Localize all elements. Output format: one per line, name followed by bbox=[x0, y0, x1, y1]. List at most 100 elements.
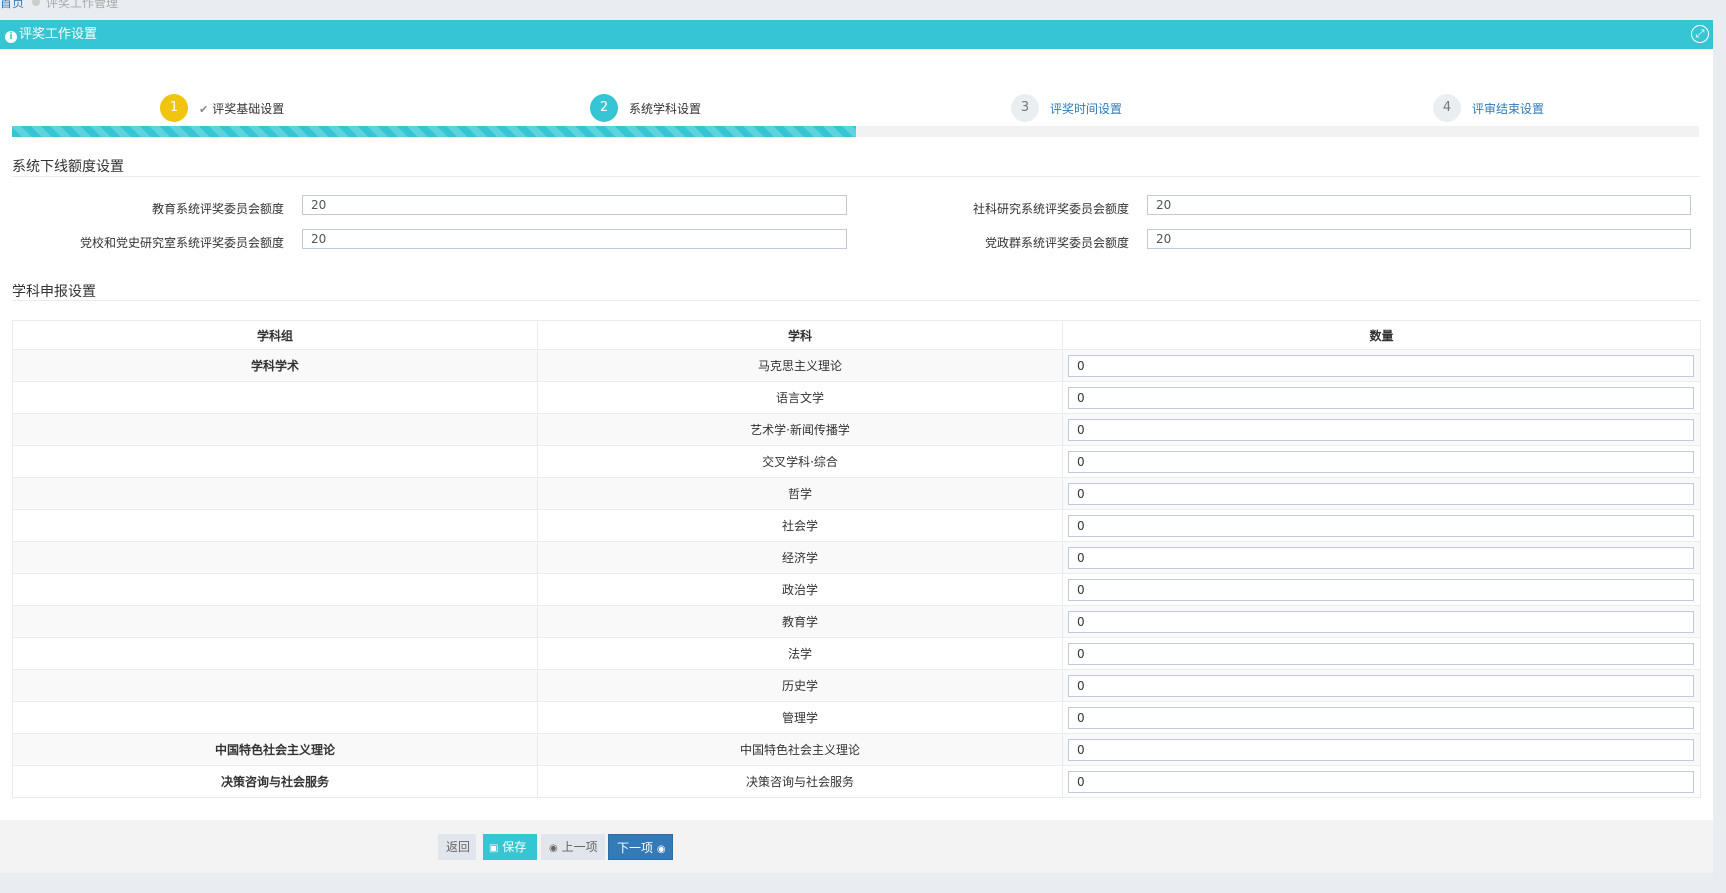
next-button[interactable]: 下一项 ◉ bbox=[608, 834, 673, 860]
table-row: 经济学 bbox=[12, 541, 1701, 574]
quantity-input[interactable] bbox=[1068, 770, 1694, 793]
quantity-input[interactable] bbox=[1068, 514, 1694, 537]
table-row: 艺术学·新闻传播学 bbox=[12, 413, 1701, 446]
back-button[interactable]: 返回 bbox=[438, 834, 476, 860]
subject-name-cell: 管理学 bbox=[537, 701, 1063, 734]
quantity-input[interactable] bbox=[1068, 354, 1694, 377]
wizard-progress bbox=[12, 126, 1699, 137]
party-school-quota-label: 党校和党史研究室系统评奖委员会额度 bbox=[79, 236, 284, 250]
quantity-input[interactable] bbox=[1068, 418, 1694, 441]
quantity-cell bbox=[1062, 381, 1701, 414]
quantity-input[interactable] bbox=[1068, 706, 1694, 729]
table-row: 哲学 bbox=[12, 477, 1701, 510]
breadcrumb-current[interactable]: 评奖工作管理 bbox=[46, 0, 118, 10]
quantity-input[interactable] bbox=[1068, 386, 1694, 409]
subject-name-cell: 法学 bbox=[537, 637, 1063, 670]
subject-group-cell bbox=[12, 445, 538, 478]
subject-group-cell bbox=[12, 381, 538, 414]
panel-header: i 评奖工作设置 ⤢ bbox=[0, 20, 1713, 49]
subject-group-cell bbox=[12, 413, 538, 446]
column-header-subject: 学科 bbox=[537, 320, 1063, 350]
party-school-quota-input[interactable] bbox=[302, 229, 847, 249]
table-row: 法学 bbox=[12, 637, 1701, 670]
quantity-cell bbox=[1062, 733, 1701, 766]
table-row: 交叉学科·综合 bbox=[12, 445, 1701, 478]
subject-name-cell: 中国特色社会主义理论 bbox=[537, 733, 1063, 766]
step-label: 评奖时间设置 bbox=[1050, 101, 1123, 116]
table-header-row: 学科组 学科 数量 bbox=[12, 320, 1701, 350]
quantity-input[interactable] bbox=[1068, 738, 1694, 761]
prev-circle-icon: ◉ bbox=[549, 843, 558, 854]
quantity-input[interactable] bbox=[1068, 450, 1694, 473]
table-row: 政治学 bbox=[12, 573, 1701, 606]
prev-label: 上一项 bbox=[561, 840, 598, 854]
quantity-input[interactable] bbox=[1068, 610, 1694, 633]
subject-group-cell bbox=[12, 701, 538, 734]
subject-name-cell: 历史学 bbox=[537, 669, 1063, 702]
prev-button[interactable]: ◉ 上一项 bbox=[541, 834, 605, 860]
step-number: 4 bbox=[1433, 94, 1461, 122]
step-number: 1 bbox=[160, 94, 188, 122]
subject-group-cell bbox=[12, 477, 538, 510]
subject-group-cell bbox=[12, 605, 538, 638]
subject-name-cell: 经济学 bbox=[537, 541, 1063, 574]
subject-group-cell bbox=[12, 669, 538, 702]
expand-icon[interactable]: ⤢ bbox=[1691, 25, 1709, 43]
social-research-quota-label: 社科研究系统评奖委员会额度 bbox=[972, 202, 1129, 216]
step-4[interactable]: 4 评审结束设置 bbox=[1433, 94, 1544, 122]
quantity-input[interactable] bbox=[1068, 546, 1694, 569]
next-label: 下一项 bbox=[617, 841, 654, 855]
step-number: 3 bbox=[1011, 94, 1039, 122]
step-1[interactable]: 1 ✔ 评奖基础设置 bbox=[160, 94, 284, 122]
save-button[interactable]: ▣ 保存 bbox=[483, 834, 537, 860]
info-icon: i bbox=[5, 31, 17, 43]
quantity-cell bbox=[1062, 669, 1701, 702]
next-circle-icon: ◉ bbox=[656, 844, 666, 855]
subject-name-cell: 决策咨询与社会服务 bbox=[537, 765, 1063, 798]
step-2[interactable]: 2 系统学科设置 bbox=[590, 94, 701, 122]
table-row: 管理学 bbox=[12, 701, 1701, 734]
quantity-input[interactable] bbox=[1068, 578, 1694, 601]
quantity-cell bbox=[1062, 701, 1701, 734]
breadcrumb: 首页 评奖工作管理 bbox=[0, 0, 118, 10]
quantity-input[interactable] bbox=[1068, 482, 1694, 505]
step-label: 系统学科设置 bbox=[629, 101, 702, 116]
step-3[interactable]: 3 评奖时间设置 bbox=[1011, 94, 1122, 122]
quantity-cell bbox=[1062, 445, 1701, 478]
progress-bar-fill bbox=[12, 126, 856, 137]
subject-group-cell bbox=[12, 573, 538, 606]
divider bbox=[12, 300, 1700, 301]
save-label: 保存 bbox=[502, 840, 527, 854]
quantity-input[interactable] bbox=[1068, 642, 1694, 665]
quantity-input[interactable] bbox=[1068, 674, 1694, 697]
subject-name-cell: 社会学 bbox=[537, 509, 1063, 542]
quantity-cell bbox=[1062, 541, 1701, 574]
check-icon: ✔ bbox=[199, 102, 209, 116]
quantity-cell bbox=[1062, 477, 1701, 510]
table-row: 决策咨询与社会服务 决策咨询与社会服务 bbox=[12, 765, 1701, 798]
subjects-table: 学科组 学科 数量 学科学术马克思主义理论语言文学艺术学·新闻传播学交叉学科·综… bbox=[12, 320, 1701, 798]
subject-name-cell: 交叉学科·综合 bbox=[537, 445, 1063, 478]
subject-name-cell: 语言文学 bbox=[537, 381, 1063, 414]
subject-name-cell: 教育学 bbox=[537, 605, 1063, 638]
subject-group-cell: 学科学术 bbox=[12, 349, 538, 382]
social-research-quota-input[interactable] bbox=[1147, 195, 1691, 215]
subject-group-cell bbox=[12, 637, 538, 670]
table-row: 历史学 bbox=[12, 669, 1701, 702]
breadcrumb-home[interactable]: 首页 bbox=[0, 0, 24, 10]
breadcrumb-separator-icon bbox=[32, 0, 41, 6]
quantity-cell bbox=[1062, 637, 1701, 670]
quantity-cell bbox=[1062, 573, 1701, 606]
quantity-cell bbox=[1062, 509, 1701, 542]
edu-quota-input[interactable] bbox=[302, 195, 847, 215]
form-actions: 返回 ▣ 保存 ◉ 上一项 下一项 ◉ bbox=[0, 820, 1713, 873]
divider bbox=[12, 176, 1700, 177]
quantity-cell bbox=[1062, 765, 1701, 798]
party-gov-quota-input[interactable] bbox=[1147, 229, 1691, 249]
subject-name-cell: 马克思主义理论 bbox=[537, 349, 1063, 382]
edu-quota-label: 教育系统评奖委员会额度 bbox=[151, 202, 284, 216]
quantity-cell bbox=[1062, 605, 1701, 638]
column-header-group: 学科组 bbox=[12, 320, 538, 350]
quantity-cell bbox=[1062, 349, 1701, 382]
wizard-steps: 1 ✔ 评奖基础设置 2 系统学科设置 3 评奖时间设置 4 评审结束设置 bbox=[0, 72, 1713, 122]
